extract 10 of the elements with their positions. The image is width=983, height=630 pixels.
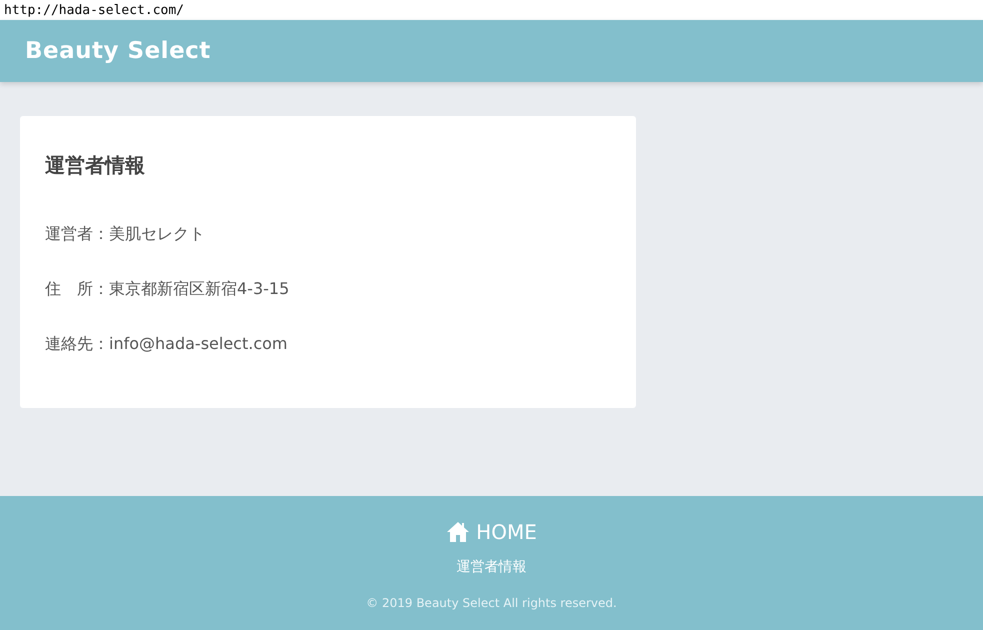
url-text: http://hada-select.com/	[4, 2, 184, 18]
footer-link[interactable]: 運営者情報	[456, 558, 526, 576]
house-icon	[446, 521, 470, 543]
card-title: 運営者情報	[45, 152, 146, 179]
site-title: Beauty Select	[25, 38, 211, 64]
info-row-text: 住 所：東京都新宿区新宿4-3-15	[45, 278, 290, 299]
info-row-text: 連絡先：info@hada-select.com	[45, 333, 288, 354]
info-row-text: 運営者：美肌セレクト	[45, 223, 206, 244]
home-link[interactable]: HOME	[446, 520, 537, 544]
copyright-text: © 2019 Beauty Select All rights reserved.	[366, 596, 617, 610]
